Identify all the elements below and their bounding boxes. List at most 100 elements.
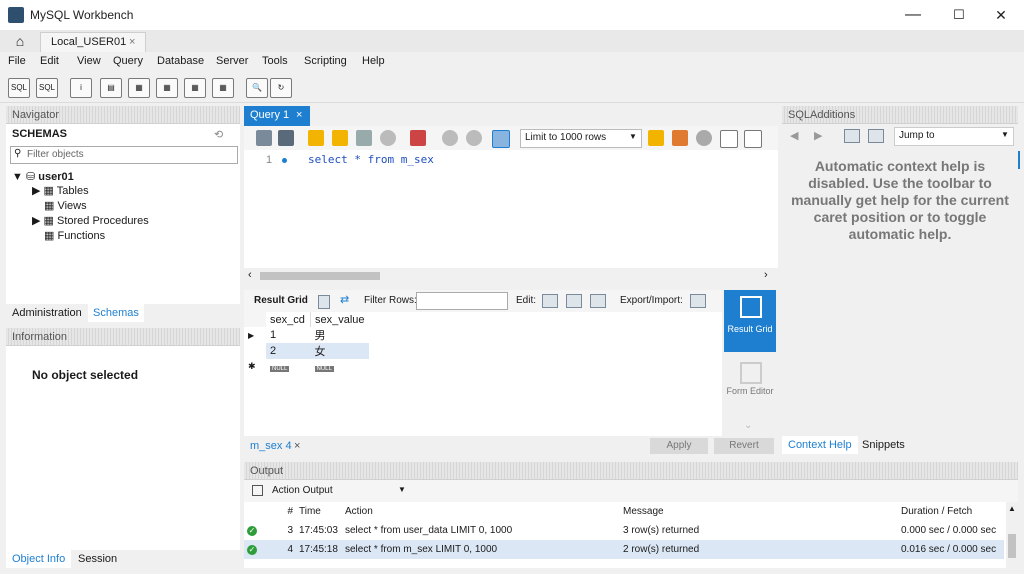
menu-help[interactable]: Help bbox=[362, 55, 385, 67]
scroll-left-icon[interactable]: ‹ bbox=[248, 269, 252, 281]
create-schema-icon[interactable]: ▤ bbox=[100, 78, 122, 98]
inspector-icon[interactable]: i bbox=[70, 78, 92, 98]
menu-file[interactable]: File bbox=[8, 55, 26, 67]
table-row[interactable]: ✓ 3 17:45:03 select * from user_data LIM… bbox=[244, 521, 1004, 540]
result-tab-m-sex[interactable]: m_sex 4 bbox=[250, 440, 292, 452]
sql-editor[interactable]: 1 select * from m_sex bbox=[244, 150, 778, 268]
table-row[interactable]: ✓ 4 17:45:18 select * from m_sex LIMIT 0… bbox=[244, 540, 1004, 559]
tree-item-stored-procedures[interactable]: ▶ ▦ Stored Procedures bbox=[32, 214, 149, 227]
invisible-chars-icon[interactable] bbox=[720, 130, 738, 148]
menu-scripting[interactable]: Scripting bbox=[304, 55, 347, 67]
table-row[interactable]: ▶ 1 男 bbox=[244, 327, 369, 343]
table-row[interactable]: 2 女 bbox=[244, 343, 369, 359]
limit-rows-select[interactable]: Limit to 1000 rows ▼ bbox=[520, 129, 642, 148]
new-sql-tab-icon[interactable]: SQL bbox=[8, 78, 30, 98]
open-sql-script-icon[interactable]: SQL bbox=[36, 78, 58, 98]
auto-help-icon[interactable] bbox=[868, 129, 884, 143]
chevron-down-icon[interactable]: ⌄ bbox=[744, 420, 752, 431]
filter-rows-input[interactable] bbox=[416, 292, 508, 310]
stop-icon[interactable] bbox=[380, 130, 396, 146]
search-table-data-icon[interactable]: 🔍 bbox=[246, 78, 268, 98]
commit-icon[interactable] bbox=[442, 130, 458, 146]
scroll-up-icon[interactable]: ▲ bbox=[1008, 504, 1016, 513]
cell[interactable]: 女 bbox=[311, 343, 370, 359]
expand-arrow-icon[interactable]: ▼ bbox=[12, 171, 23, 183]
manual-help-icon[interactable] bbox=[844, 129, 860, 143]
cell[interactable]: 男 bbox=[311, 327, 370, 343]
maximize-button[interactable]: ☐ bbox=[936, 0, 982, 30]
explain-icon[interactable] bbox=[356, 130, 372, 146]
cell[interactable]: 1 bbox=[266, 327, 311, 343]
table-row-new[interactable]: ✱ NULL NULL bbox=[244, 359, 369, 374]
null-badge[interactable]: NULL bbox=[270, 365, 290, 372]
toggle-error-icon[interactable] bbox=[410, 130, 426, 146]
menu-server[interactable]: Server bbox=[216, 55, 248, 67]
menu-view[interactable]: View bbox=[77, 55, 101, 67]
back-icon[interactable]: ◀ bbox=[790, 129, 798, 142]
jump-to-select[interactable]: Jump to ▼ bbox=[894, 127, 1014, 146]
horizontal-scrollbar[interactable]: ‹ › bbox=[244, 268, 778, 284]
sql-text[interactable]: select * from m_sex bbox=[308, 153, 434, 166]
rollback-icon[interactable] bbox=[466, 130, 482, 146]
tree-item-tables[interactable]: ▶ ▦ Tables bbox=[32, 184, 89, 197]
form-editor-button[interactable]: Form Editor bbox=[724, 356, 776, 418]
result-tab-close-icon[interactable]: × bbox=[294, 440, 300, 452]
create-view-icon[interactable]: ▦ bbox=[156, 78, 178, 98]
scrollbar-thumb[interactable] bbox=[1008, 534, 1016, 558]
insert-row-icon[interactable] bbox=[566, 294, 582, 308]
refresh-icon[interactable]: ⇄ bbox=[340, 293, 349, 306]
menu-query[interactable]: Query bbox=[113, 55, 143, 67]
find-icon[interactable] bbox=[696, 130, 712, 146]
minimize-button[interactable]: — bbox=[890, 0, 936, 30]
menu-database[interactable]: Database bbox=[157, 55, 204, 67]
tab-session[interactable]: Session bbox=[78, 553, 117, 565]
menu-tools[interactable]: Tools bbox=[262, 55, 288, 67]
query-tab-close-icon[interactable]: × bbox=[296, 109, 302, 121]
edit-row-icon[interactable] bbox=[542, 294, 558, 308]
column-header[interactable]: sex_value bbox=[311, 312, 370, 327]
connection-tab-close-icon[interactable]: × bbox=[129, 36, 135, 48]
tree-item-views[interactable]: ▦ Views bbox=[44, 199, 87, 212]
word-wrap-icon[interactable] bbox=[744, 130, 762, 148]
expand-arrow-icon[interactable]: ▶ bbox=[32, 215, 40, 227]
grid-view-icon[interactable] bbox=[318, 295, 330, 309]
expand-arrow-icon[interactable]: ▶ bbox=[32, 185, 40, 197]
add-snippet-icon[interactable] bbox=[648, 130, 664, 146]
open-file-icon[interactable] bbox=[256, 130, 272, 146]
create-procedure-icon[interactable]: ▦ bbox=[184, 78, 206, 98]
tab-snippets[interactable]: Snippets bbox=[862, 439, 905, 451]
create-function-icon[interactable]: ▦ bbox=[212, 78, 234, 98]
output-type-select[interactable]: Action Output ▼ bbox=[268, 483, 408, 499]
connection-tab[interactable]: Local_USER01 × bbox=[40, 32, 146, 53]
cell[interactable]: 2 bbox=[266, 343, 311, 359]
scroll-right-icon[interactable]: › bbox=[764, 269, 768, 281]
apply-button[interactable]: Apply bbox=[650, 438, 708, 454]
delete-row-icon[interactable] bbox=[590, 294, 606, 308]
tab-query-1[interactable]: Query 1 × bbox=[244, 106, 310, 126]
scrollbar-thumb[interactable] bbox=[260, 272, 380, 280]
tab-object-info[interactable]: Object Info bbox=[6, 550, 72, 568]
close-button[interactable]: ✕ bbox=[978, 0, 1024, 30]
column-header[interactable]: sex_cd bbox=[266, 312, 311, 327]
execute-current-icon[interactable] bbox=[332, 130, 348, 146]
home-icon[interactable]: ⌂ bbox=[6, 32, 34, 50]
menu-edit[interactable]: Edit bbox=[40, 55, 59, 67]
tree-item-functions[interactable]: ▦ Functions bbox=[44, 229, 105, 242]
refresh-schemas-icon[interactable]: ⟲ bbox=[214, 128, 223, 141]
execute-icon[interactable] bbox=[308, 130, 324, 146]
revert-button[interactable]: Revert bbox=[714, 438, 774, 454]
schema-user01[interactable]: ▼ ⛁ user01 bbox=[12, 170, 74, 183]
result-grid-tab[interactable]: Result Grid bbox=[254, 295, 308, 306]
tab-context-help[interactable]: Context Help bbox=[782, 436, 858, 454]
vertical-scrollbar[interactable]: ▲ bbox=[1006, 502, 1018, 568]
export-icon[interactable] bbox=[690, 294, 706, 308]
create-table-icon[interactable]: ▦ bbox=[128, 78, 150, 98]
tab-administration[interactable]: Administration bbox=[12, 307, 82, 319]
result-grid-view-button[interactable]: Result Grid bbox=[724, 290, 776, 352]
save-file-icon[interactable] bbox=[278, 130, 294, 146]
beautify-icon[interactable] bbox=[672, 130, 688, 146]
autocommit-icon[interactable] bbox=[492, 130, 510, 148]
copy-icon[interactable] bbox=[252, 485, 263, 496]
filter-objects-field[interactable]: ⚲ Filter objects bbox=[10, 146, 238, 164]
tab-schemas[interactable]: Schemas bbox=[88, 304, 144, 322]
